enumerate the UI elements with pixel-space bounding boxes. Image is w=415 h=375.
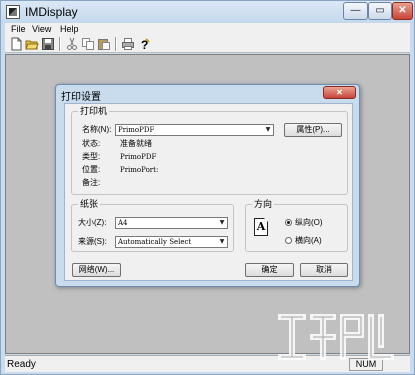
printer-name-select[interactable]: PrimoPDF ▼ <box>115 124 274 136</box>
watermark-logo <box>278 314 394 360</box>
landscape-radio[interactable] <box>285 237 292 244</box>
printer-where-label: 位置: <box>82 165 101 174</box>
dialog-body: 打印机 名称(N): PrimoPDF ▼ 属性(P)... 状态: 准备就绪 … <box>64 103 353 281</box>
toolbar: ? <box>5 35 410 53</box>
chevron-down-icon: ▼ <box>219 219 225 226</box>
paper-size-select[interactable]: A4 ▼ <box>115 217 228 229</box>
printer-name-value: PrimoPDF <box>118 126 155 134</box>
printer-type-value: PrimoPDF <box>120 153 157 161</box>
help-icon[interactable]: ? <box>137 37 151 52</box>
copy-icon[interactable] <box>81 37 95 51</box>
maximize-button[interactable]: ▭ <box>368 2 392 20</box>
new-icon[interactable] <box>9 37 23 51</box>
cut-icon[interactable] <box>65 37 79 51</box>
dialog-title: 打印设置 <box>61 92 101 103</box>
portrait-label[interactable]: 纵向(O) <box>295 218 323 228</box>
paper-size-label: 大小(Z): <box>78 218 107 227</box>
network-button[interactable]: 网络(W)... <box>72 263 121 277</box>
paper-group: 纸张 大小(Z): A4 ▼ 来源(S): Automatically Sele… <box>71 198 234 252</box>
status-text: Ready <box>7 359 36 370</box>
paper-source-select[interactable]: Automatically Select ▼ <box>115 236 228 248</box>
paper-source-label: 来源(S): <box>78 237 107 246</box>
printer-name-label: 名称(N): <box>82 125 112 134</box>
menu-help[interactable]: Help <box>60 23 79 35</box>
orientation-preview-icon: A <box>254 218 268 236</box>
printer-status-value: 准备就绪 <box>120 139 152 148</box>
landscape-label[interactable]: 横向(A) <box>295 236 322 246</box>
chevron-down-icon: ▼ <box>219 238 225 245</box>
paper-size-value: A4 <box>118 219 128 227</box>
dialog-close-button[interactable]: ✕ <box>323 86 356 99</box>
minimize-button[interactable]: — <box>343 2 368 20</box>
paper-group-title: 纸张 <box>78 198 101 210</box>
print-icon[interactable] <box>121 37 135 51</box>
toolbar-separator <box>59 37 61 51</box>
orientation-group-title: 方向 <box>252 198 275 210</box>
print-setup-dialog: 打印设置 ✕ 打印机 名称(N): PrimoPDF ▼ 属性(P)... 状态… <box>55 84 360 287</box>
menu-file[interactable]: File <box>11 23 26 35</box>
menu-bar: File View Help <box>5 23 410 35</box>
open-icon[interactable] <box>25 37 39 51</box>
printer-where-value: PrimoPort: <box>120 166 159 174</box>
paste-icon[interactable] <box>97 37 111 51</box>
close-button[interactable]: ✕ <box>392 2 413 20</box>
printer-group-title: 打印机 <box>78 105 110 117</box>
printer-comment-label: 备注: <box>82 178 101 187</box>
chevron-down-icon: ▼ <box>265 126 271 133</box>
printer-type-label: 类型: <box>82 152 101 161</box>
toolbar-separator <box>115 37 117 51</box>
cancel-button[interactable]: 取消 <box>300 263 348 277</box>
portrait-radio[interactable] <box>285 219 292 226</box>
printer-group: 打印机 名称(N): PrimoPDF ▼ 属性(P)... 状态: 准备就绪 … <box>71 105 348 195</box>
window-title: IMDisplay <box>25 5 78 19</box>
menu-view[interactable]: View <box>32 23 51 35</box>
app-icon <box>6 5 20 19</box>
properties-button[interactable]: 属性(P)... <box>284 123 342 137</box>
save-icon[interactable] <box>41 37 55 51</box>
title-bar[interactable]: IMDisplay — ▭ ✕ <box>1 1 414 23</box>
printer-status-label: 状态: <box>82 139 101 148</box>
orientation-group: 方向 A 纵向(O) 横向(A) <box>245 198 348 252</box>
ok-button[interactable]: 确定 <box>245 263 294 277</box>
paper-source-value: Automatically Select <box>118 238 192 246</box>
